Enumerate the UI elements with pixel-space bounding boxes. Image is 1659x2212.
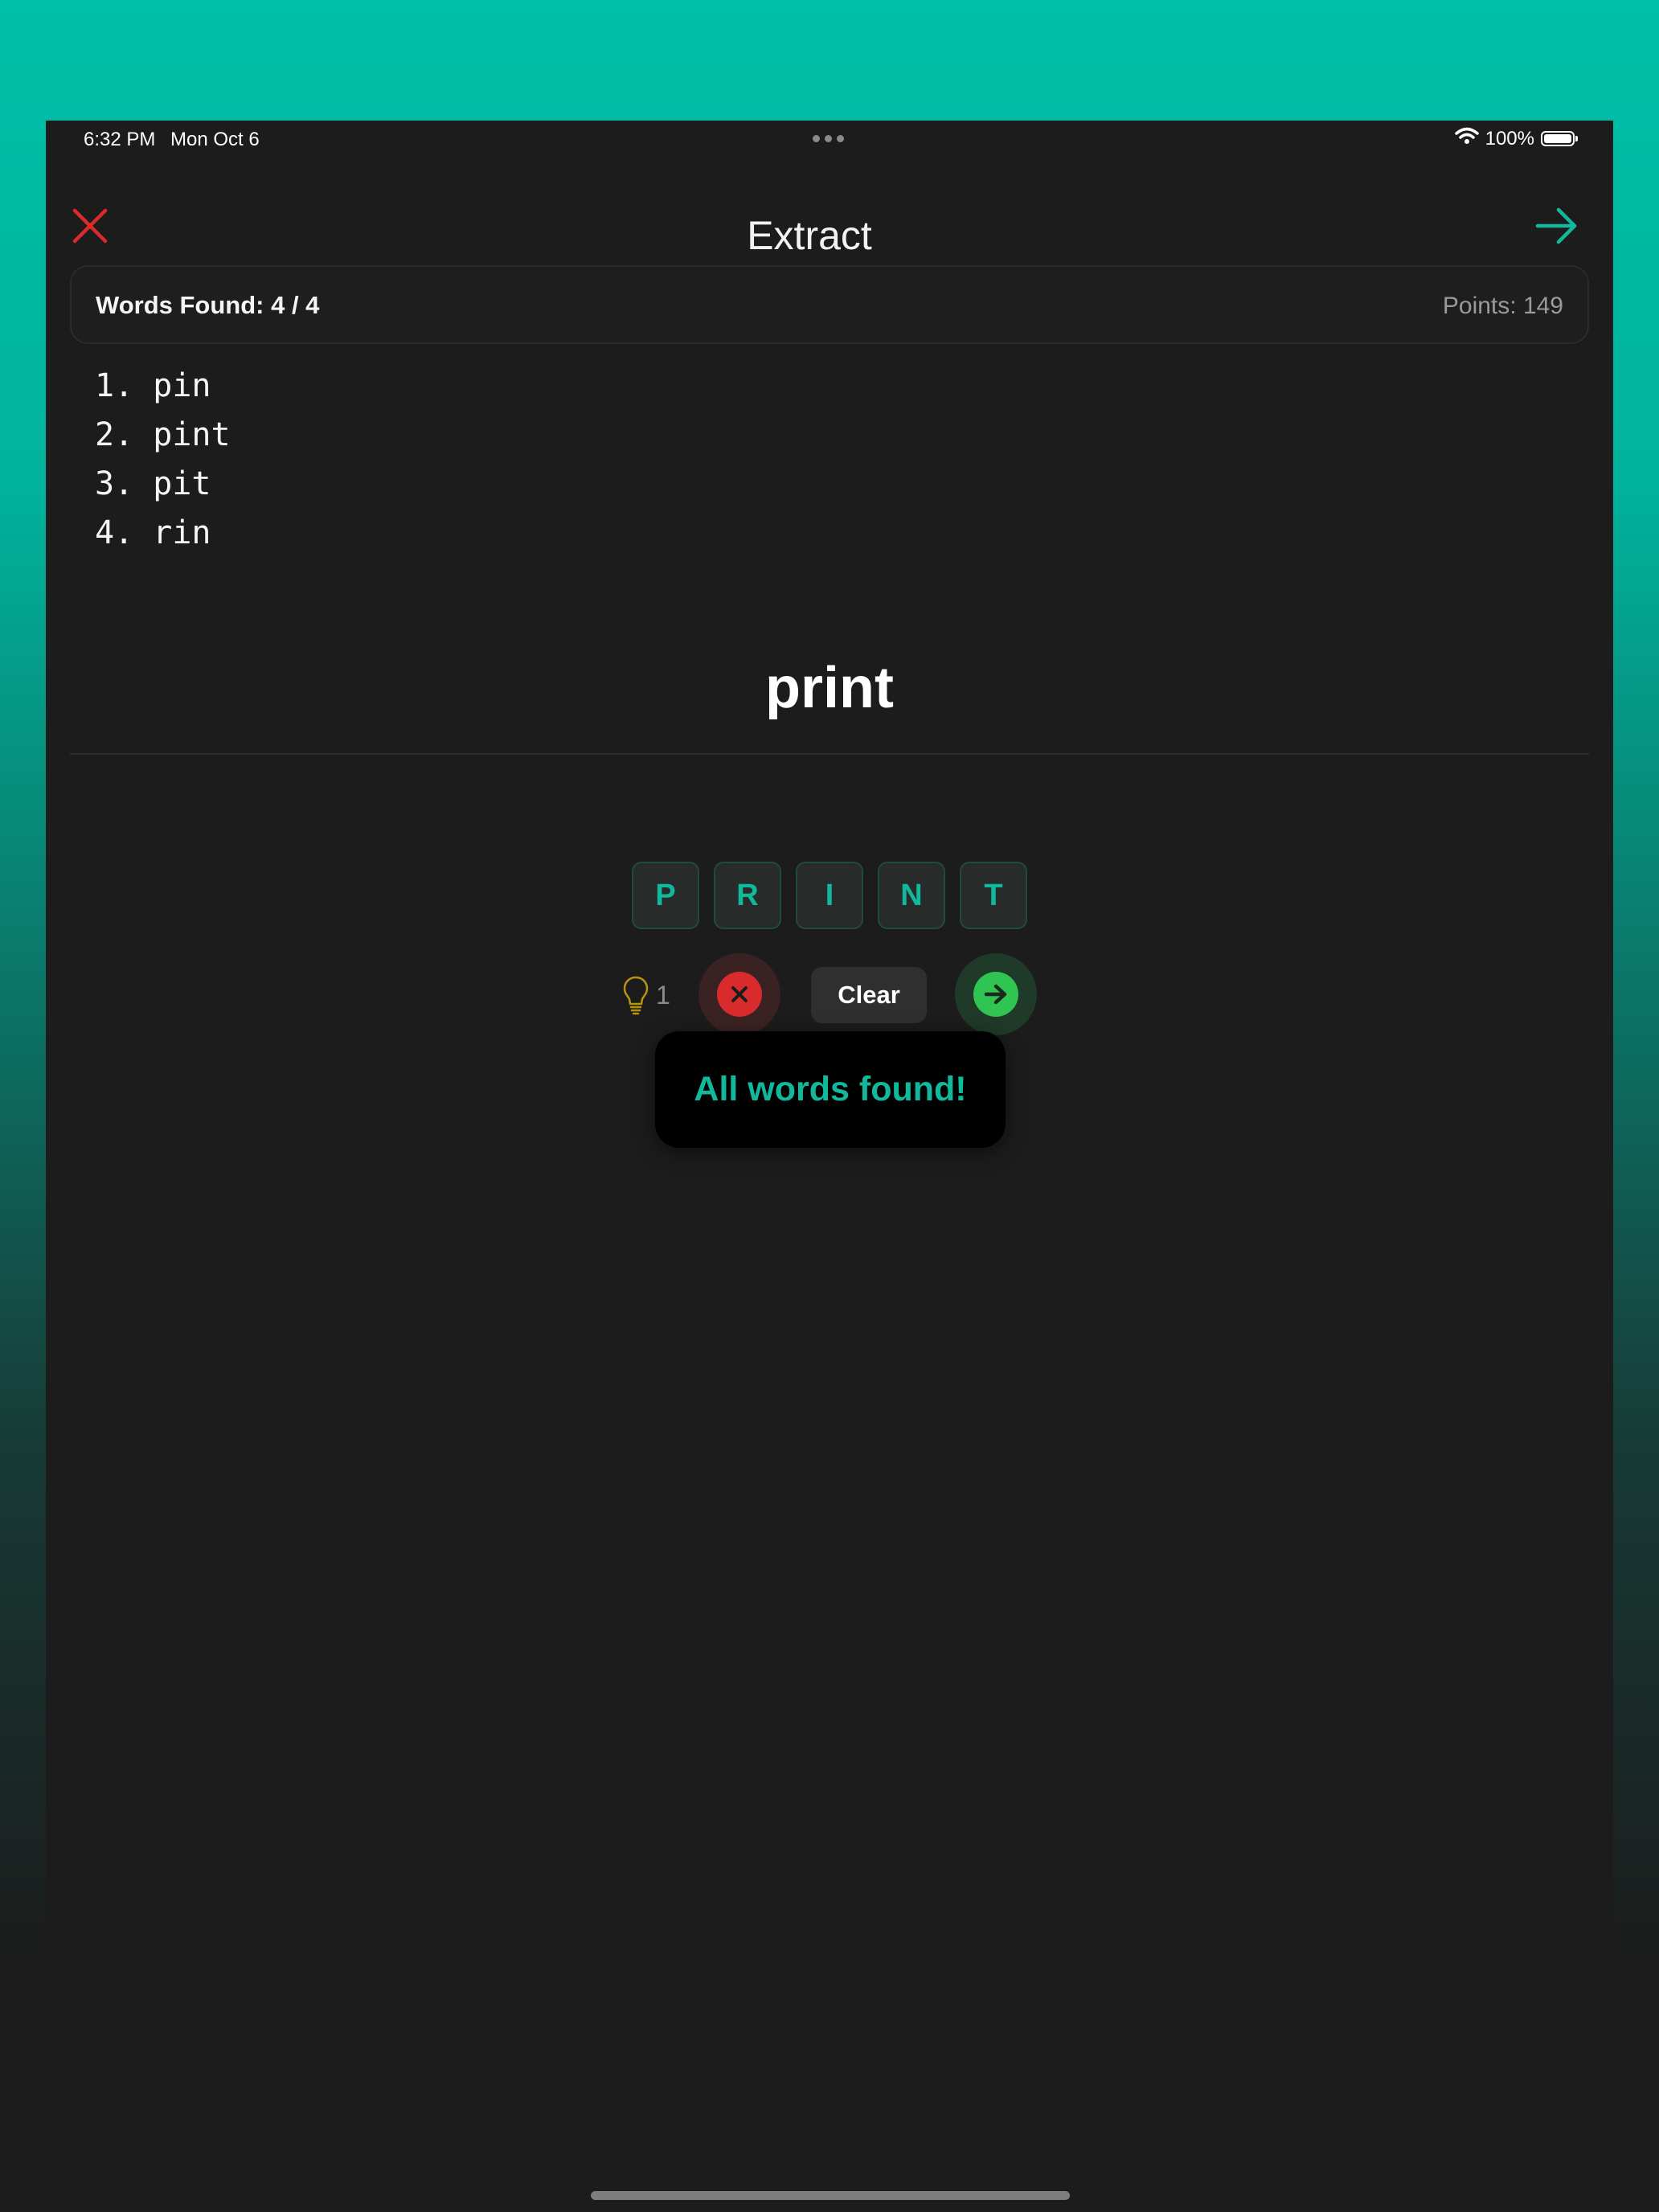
navigation-bar: Extract xyxy=(46,185,1613,265)
page-title: Extract xyxy=(747,213,872,258)
letter-tile-t[interactable]: T xyxy=(960,862,1027,929)
words-found-count: Words Found: 4 / 4 xyxy=(96,291,320,319)
battery-icon xyxy=(1541,131,1578,146)
letter-tile-p[interactable]: P xyxy=(632,862,699,929)
x-circle-icon xyxy=(717,972,762,1017)
submit-word-button[interactable] xyxy=(955,953,1037,1035)
status-date: Mon Oct 6 xyxy=(170,129,260,150)
letter-tile-i[interactable]: I xyxy=(796,862,863,929)
success-toast: All words found! xyxy=(655,1031,1006,1148)
list-item: 3. pit xyxy=(95,465,211,502)
arrow-right-icon xyxy=(1535,207,1577,244)
status-indicators: 100% xyxy=(1454,127,1578,150)
letter-tiles: P R I N T xyxy=(632,862,1027,929)
divider xyxy=(70,753,1589,755)
score-card: Words Found: 4 / 4 Points: 149 xyxy=(70,265,1589,344)
game-screen: 6:32 PM Mon Oct 6 100% Extract Words Fou… xyxy=(46,121,1613,2212)
hint-count: 1 xyxy=(656,980,670,1010)
lightbulb-icon xyxy=(623,976,649,1015)
list-item: 2. pint xyxy=(95,416,231,453)
letter-tile-r[interactable]: R xyxy=(714,862,781,929)
next-button[interactable] xyxy=(1534,206,1579,246)
list-item: 1. pin xyxy=(95,367,211,404)
found-words-list: 1. pin 2. pint 3. pit 4. rin xyxy=(95,362,231,558)
status-time: 6:32 PM xyxy=(84,129,156,150)
status-bar: 6:32 PM Mon Oct 6 100% xyxy=(46,121,1613,158)
current-word: print xyxy=(765,656,894,720)
wifi-icon xyxy=(1454,127,1479,150)
delete-letter-button[interactable] xyxy=(698,953,780,1035)
battery-percent: 100% xyxy=(1485,127,1534,150)
hint-button[interactable]: 1 xyxy=(622,975,670,1015)
multitasking-dots-icon[interactable] xyxy=(813,135,844,142)
list-item: 4. rin xyxy=(95,514,211,551)
letter-tile-n[interactable]: N xyxy=(878,862,945,929)
points-total: Points: 149 xyxy=(1442,293,1563,319)
clear-button[interactable]: Clear xyxy=(811,967,927,1023)
arrow-circle-right-icon xyxy=(973,972,1018,1017)
home-indicator[interactable] xyxy=(591,2191,1070,2200)
toast-message: All words found! xyxy=(694,1070,967,1108)
